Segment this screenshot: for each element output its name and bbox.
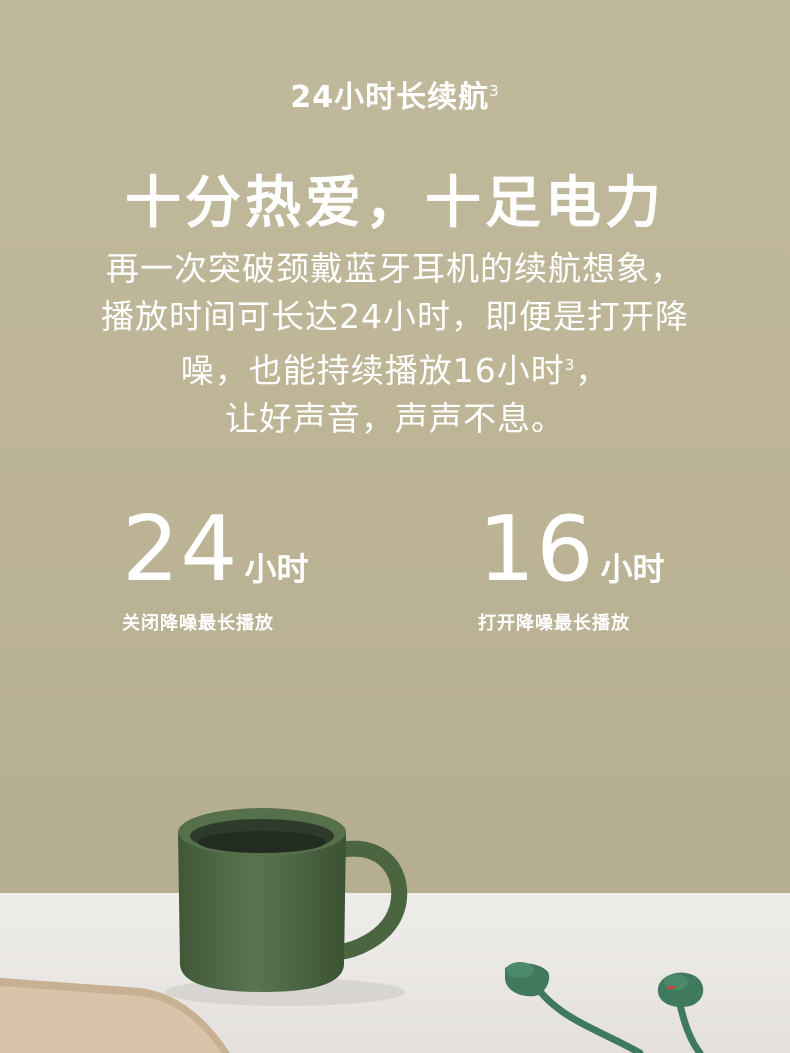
body-line-3-footnote: 3: [564, 356, 576, 374]
stat-value: 24: [122, 497, 239, 602]
eyebrow-title: 24小时长续航3: [0, 72, 790, 116]
body-copy: 再一次突破颈戴蓝牙耳机的续航想象， 播放时间可长达24小时，即便是打开降 噪，也…: [40, 245, 750, 443]
product-scene-illustration: [0, 808, 790, 1053]
eyebrow-text: 24小时长续航: [290, 80, 490, 115]
body-line-3-text: 噪，也能持续播放16小时: [180, 351, 565, 390]
stat-unit: 小时: [600, 550, 665, 588]
body-line-4: 让好声音，声声不息。: [225, 399, 565, 438]
body-line-3-end: ，: [575, 351, 610, 390]
stat-value: 16: [478, 497, 595, 602]
body-line-3: 噪，也能持续播放16小时3，: [40, 341, 750, 395]
stat-caption: 打开降噪最长播放: [478, 613, 630, 634]
eyebrow-footnote: 3: [489, 82, 500, 100]
stat-caption: 关闭降噪最长播放: [122, 613, 274, 634]
stat-anc-off: 24 小时 关闭降噪最长播放: [122, 505, 309, 635]
stat-anc-on: 16 小时 打开降噪最长播放: [478, 505, 665, 635]
headline: 十分热爱，十足电力: [125, 171, 665, 236]
body-line-2: 播放时间可长达24小时，即便是打开降: [101, 297, 689, 336]
body-line-1: 再一次突破颈戴蓝牙耳机的续航想象，: [106, 249, 684, 288]
stat-unit: 小时: [244, 550, 309, 588]
